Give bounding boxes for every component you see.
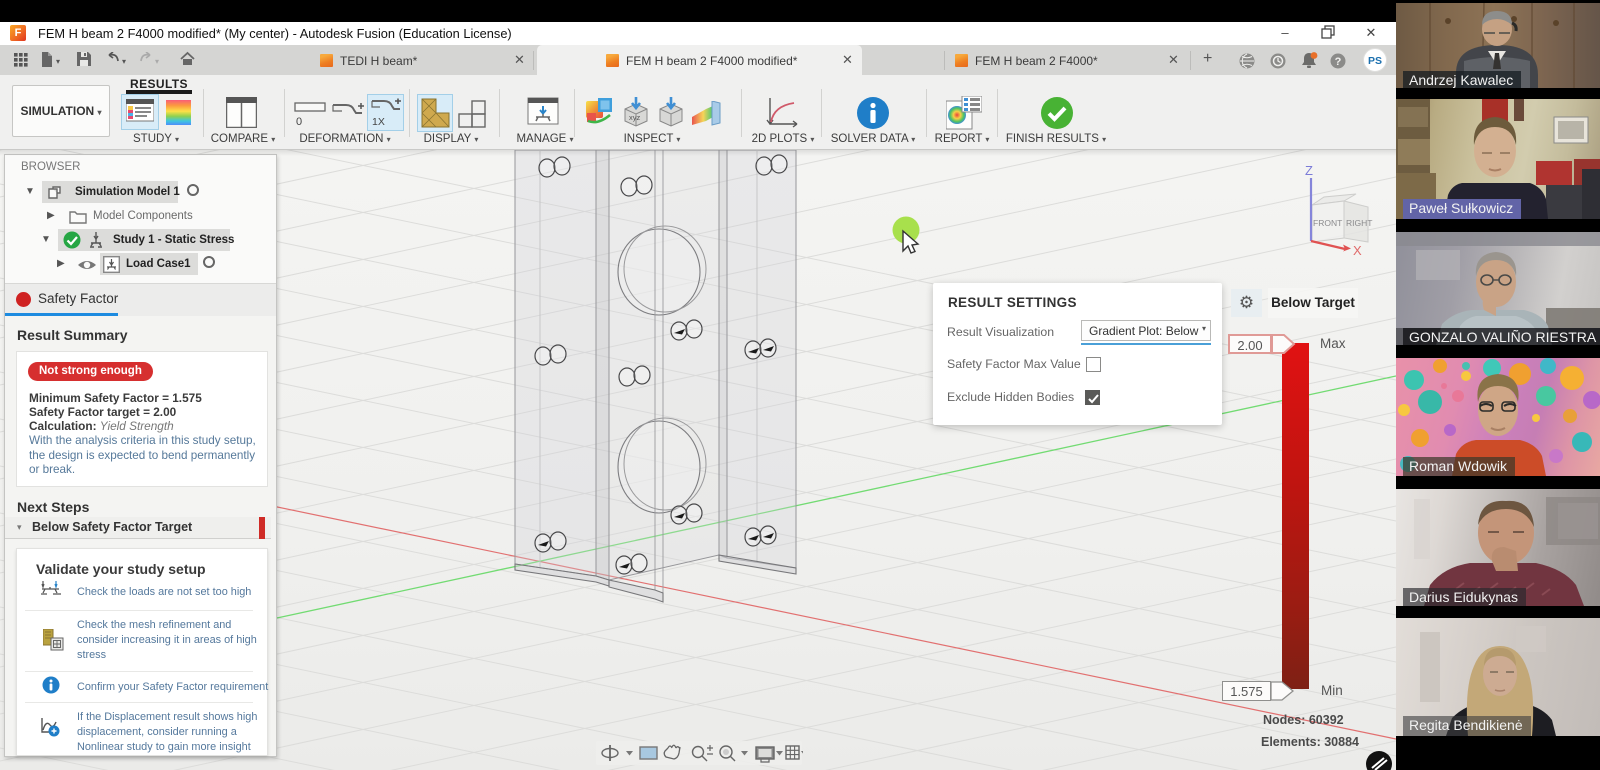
svg-text:Z: Z [1305, 163, 1313, 178]
svg-text:xyz: xyz [629, 113, 641, 122]
svg-text:FRONT: FRONT [1313, 218, 1342, 228]
svg-text:RIGHT: RIGHT [1346, 218, 1372, 228]
svg-text:?: ? [1335, 56, 1342, 68]
svg-text:0: 0 [296, 116, 302, 127]
svg-text:1X: 1X [372, 116, 385, 128]
svg-text:X: X [1353, 243, 1362, 258]
